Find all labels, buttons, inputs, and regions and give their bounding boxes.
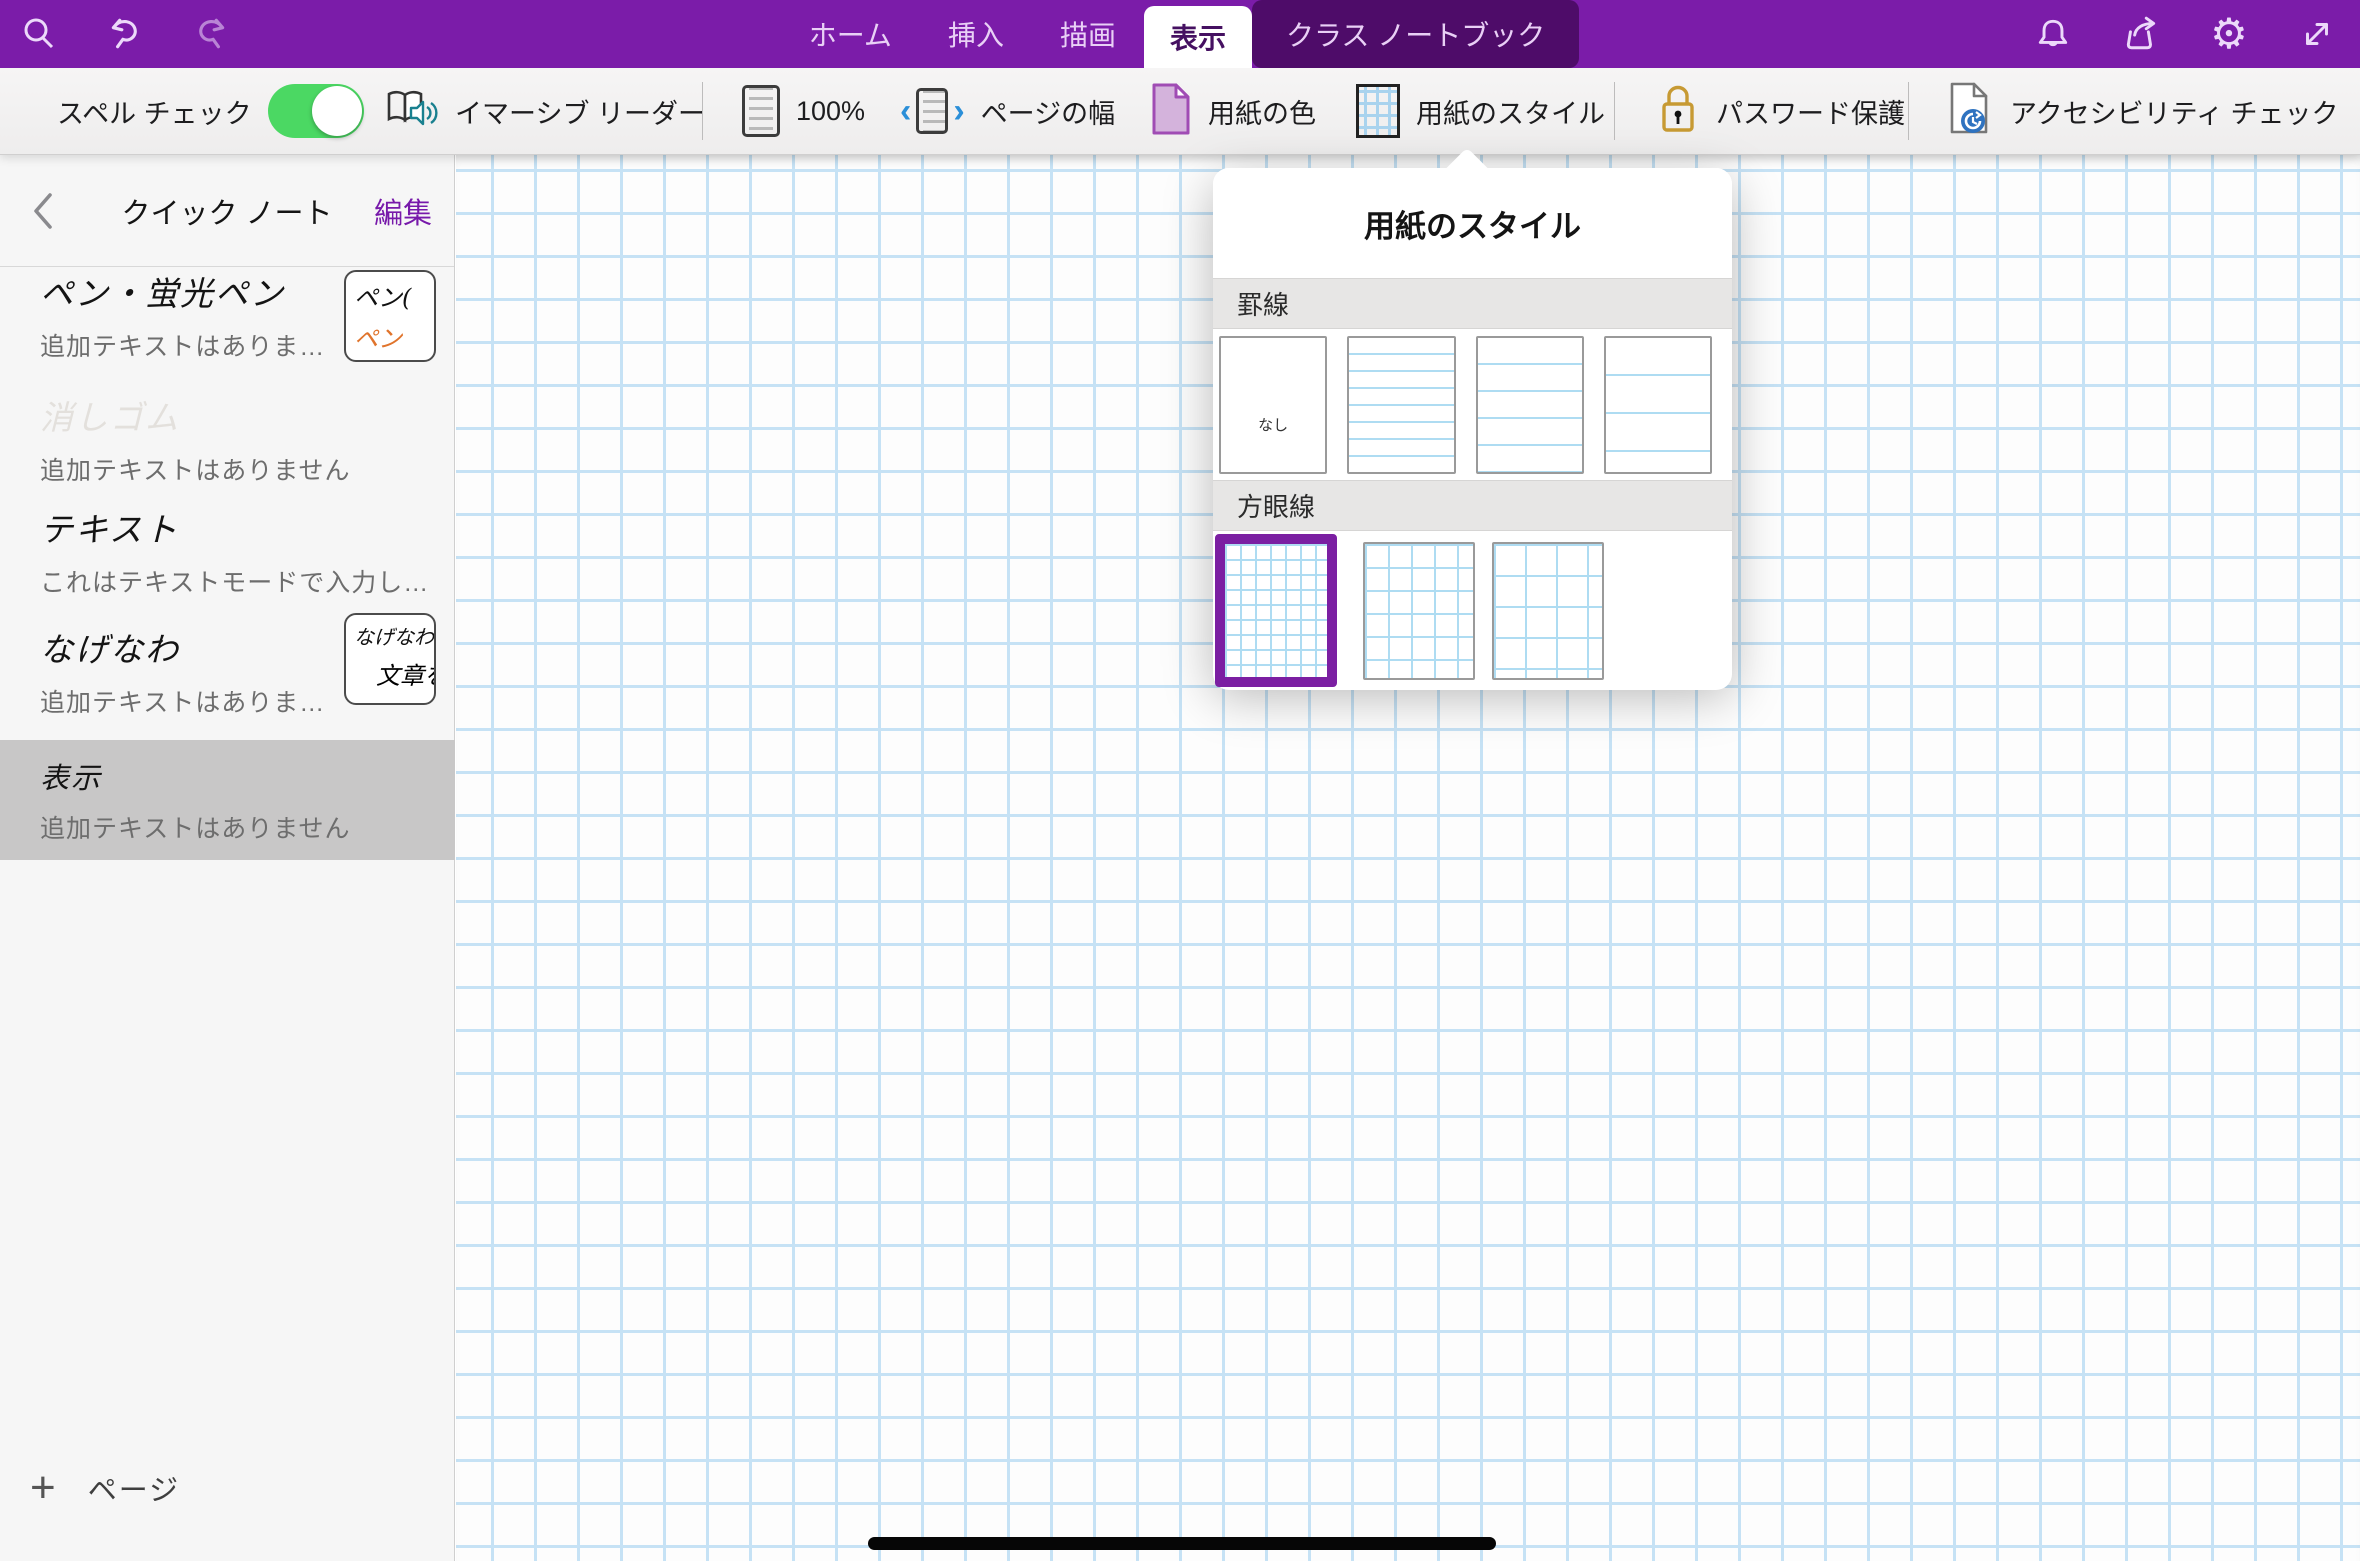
tab-insert[interactable]: 挿入: [920, 0, 1032, 68]
thumb-ink-line: ペン(: [354, 278, 426, 313]
paper-color-label: 用紙の色: [1208, 92, 1316, 131]
page-list-item-selected[interactable]: 表示 追加テキストはありません: [0, 755, 455, 845]
notifications-bell-icon[interactable]: [2034, 15, 2072, 53]
paper-option-grid-medium[interactable]: [1363, 542, 1475, 680]
zoom-button[interactable]: 100%: [742, 68, 865, 154]
spell-check-control: スペル チェック: [57, 68, 364, 154]
paper-color-icon: [1150, 82, 1192, 141]
page-title-handwritten: テキスト: [40, 503, 455, 551]
accessibility-check-button[interactable]: アクセシビリティ チェック: [1946, 68, 2339, 154]
ruled-section-label: 罫線: [1237, 285, 1289, 322]
fullscreen-expand-icon[interactable]: [2298, 15, 2336, 53]
settings-gear-icon[interactable]: ⚙: [2210, 15, 2248, 53]
page-list-item[interactable]: 消しゴム 追加テキストはありません: [0, 391, 455, 487]
spell-check-toggle[interactable]: [268, 84, 364, 138]
share-icon[interactable]: [2122, 15, 2160, 53]
page-width-button[interactable]: ‹ › ページの幅: [900, 68, 1115, 154]
ruled-options-row: なし: [1213, 329, 1732, 480]
paper-style-popover: 用紙のスタイル 罫線 なし 方眼線: [1213, 168, 1732, 682]
password-lock-icon: [1656, 82, 1700, 141]
accessibility-check-label: アクセシビリティ チェック: [2010, 92, 2339, 131]
page-title-handwritten: 表示: [40, 755, 455, 797]
page-subtitle: これはテキストモードで入力し…: [40, 563, 455, 599]
page-list-item[interactable]: テキスト これはテキストモードで入力し…: [0, 503, 455, 599]
toggle-knob: [312, 86, 362, 136]
plus-icon: +: [30, 1466, 56, 1510]
view-ribbon: スペル チェック イマーシブ リーダー 100% ‹: [0, 68, 2360, 155]
paper-style-label: 用紙のスタイル: [1416, 92, 1605, 131]
grid-section-label: 方眼線: [1237, 487, 1315, 524]
chevron-left-glyph: ‹: [900, 94, 911, 128]
notebook-section-title: クイック ノート: [121, 190, 332, 232]
page-thumbnail: なげなわ 文章を: [344, 613, 436, 705]
paper-color-button[interactable]: 用紙の色: [1150, 68, 1316, 154]
paper-option-ruled-medium[interactable]: [1476, 336, 1584, 474]
zoom-value: 100%: [796, 96, 865, 127]
immersive-reader-icon: [385, 84, 439, 139]
tab-view[interactable]: 表示: [1144, 6, 1252, 68]
add-page-button[interactable]: + ページ: [0, 1453, 455, 1523]
thumb-ink-line: ペン: [354, 319, 426, 354]
page-list-sidebar: クイック ノート 編集 ペン・蛍光ペン 追加テキストはありま… ペン( ペン 消…: [0, 155, 455, 1561]
top-bar-right-icons: ⚙: [2034, 0, 2336, 68]
paper-option-grid-small-selected[interactable]: [1215, 534, 1337, 687]
thumb-ink-line: なげなわ: [354, 621, 426, 650]
page-thumbnail: ペン( ペン: [344, 270, 436, 362]
chevron-right-glyph: ›: [953, 94, 964, 128]
tab-draw[interactable]: 描画: [1032, 0, 1144, 68]
accessibility-check-icon: [1946, 81, 1994, 142]
none-option-label: なし: [1258, 414, 1288, 435]
page-subtitle: 追加テキストはありません: [40, 451, 455, 487]
immersive-reader-button[interactable]: イマーシブ リーダー: [385, 68, 705, 154]
top-bar: ホーム 挿入 描画 表示 クラス ノートブック ⚙: [0, 0, 2360, 68]
password-protect-button[interactable]: パスワード保護: [1656, 68, 1905, 154]
page-subtitle: 追加テキストはありません: [40, 809, 455, 845]
paper-option-ruled-narrow[interactable]: [1347, 336, 1455, 474]
ruled-section-header: 罫線: [1213, 278, 1732, 329]
password-protect-label: パスワード保護: [1716, 92, 1905, 131]
paper-style-button[interactable]: 用紙のスタイル: [1356, 68, 1605, 154]
edit-button[interactable]: 編集: [374, 190, 432, 232]
grid-options-row: [1213, 531, 1732, 690]
popover-title: 用紙のスタイル: [1364, 201, 1581, 246]
spell-check-label: スペル チェック: [57, 92, 252, 131]
tab-home[interactable]: ホーム: [781, 0, 920, 68]
add-page-label: ページ: [88, 1467, 180, 1509]
popover-header: 用紙のスタイル: [1213, 168, 1732, 278]
paper-style-grid-icon: [1356, 84, 1400, 138]
page-title-handwritten-erased: 消しゴム: [40, 391, 455, 439]
page-width-label: ページの幅: [981, 92, 1115, 131]
page-width-doc: [916, 88, 948, 134]
paper-option-grid-large[interactable]: [1492, 542, 1604, 680]
onenote-app: ホーム 挿入 描画 表示 クラス ノートブック ⚙: [0, 0, 2360, 1561]
back-chevron-icon[interactable]: [30, 191, 56, 236]
paper-option-ruled-wide[interactable]: [1604, 336, 1712, 474]
home-indicator[interactable]: [868, 1537, 1496, 1550]
ribbon-divider: [1908, 82, 1909, 140]
immersive-reader-label: イマーシブ リーダー: [455, 92, 705, 131]
zoom-document-icon: [742, 85, 780, 137]
tab-class-notebook[interactable]: クラス ノートブック: [1252, 0, 1579, 68]
ribbon-divider: [702, 82, 703, 140]
paper-option-none[interactable]: なし: [1219, 336, 1327, 474]
page-width-icon: ‹ ›: [900, 88, 965, 134]
sidebar-header: クイック ノート 編集: [0, 155, 454, 267]
ribbon-divider: [1614, 82, 1615, 140]
ribbon-tabs: ホーム 挿入 描画 表示 クラス ノートブック: [0, 0, 2360, 68]
gear-glyph: ⚙: [2210, 13, 2248, 55]
thumb-ink-line: 文章を: [354, 656, 426, 691]
grid-section-header: 方眼線: [1213, 480, 1732, 531]
